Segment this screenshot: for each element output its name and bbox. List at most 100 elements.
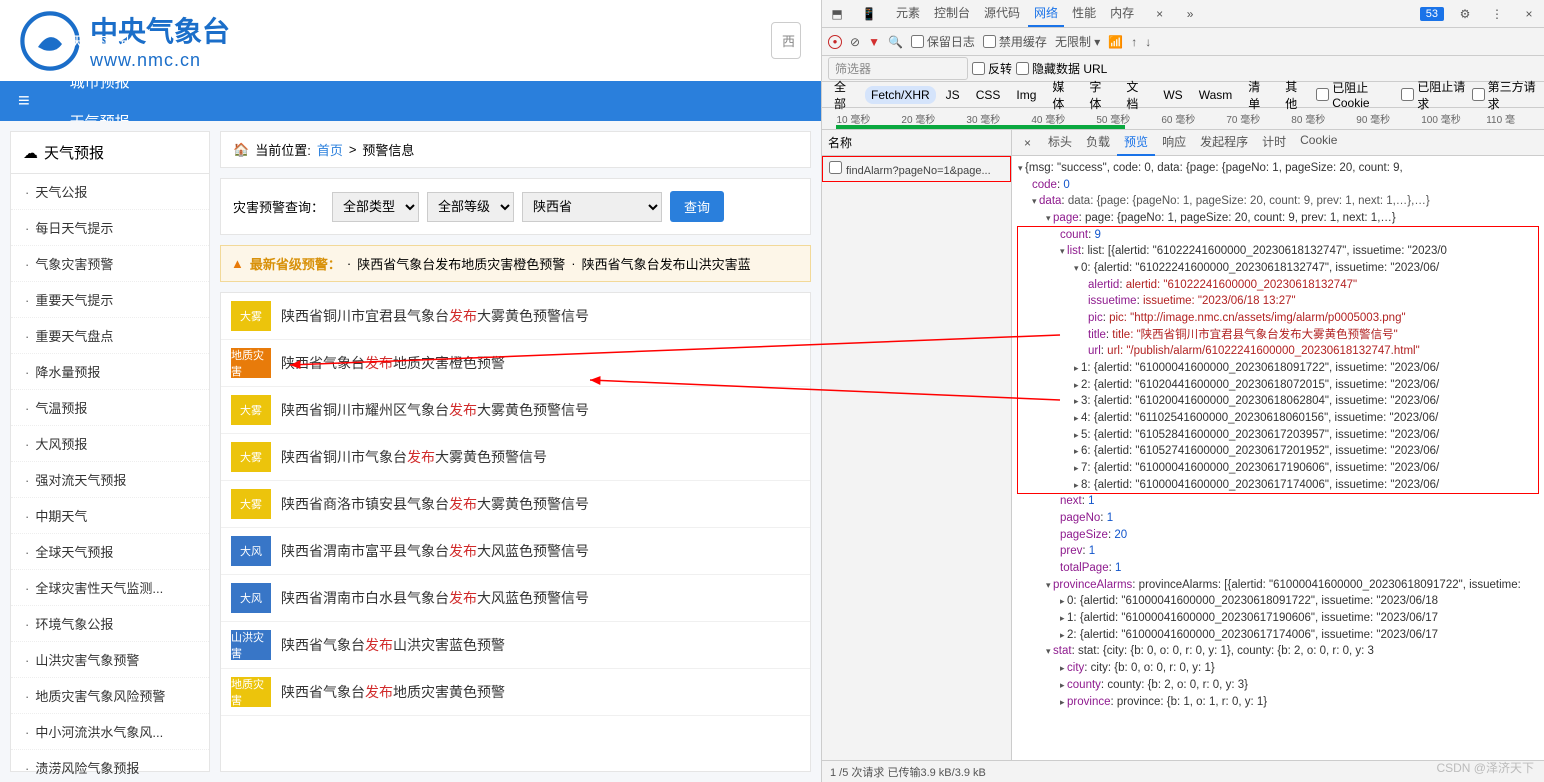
warn-icon: ▲ — [231, 256, 244, 271]
bc-label: 当前位置: — [255, 140, 311, 159]
sidebar-item[interactable]: 气象灾害预警 — [11, 246, 209, 282]
alarm-item[interactable]: 山洪灾害陕西省气象台发布山洪灾害蓝色预警 — [221, 622, 810, 669]
devtools-tab[interactable]: 控制台 — [928, 0, 976, 27]
waterfall[interactable]: 10 毫秒20 毫秒30 毫秒40 毫秒50 毫秒60 毫秒70 毫秒80 毫秒… — [822, 108, 1544, 130]
sidebar-item[interactable]: 降水量预报 — [11, 354, 209, 390]
preview-tab[interactable]: 响应 — [1155, 130, 1193, 156]
preview-tab[interactable]: 发起程序 — [1193, 130, 1255, 156]
filter-category[interactable]: WS — [1157, 86, 1188, 104]
devtools: ⬒ 📱 元素控制台源代码网络性能内存 × » 53 ⚙ ⋮ × ● ⊘ ▼ 🔍 … — [822, 0, 1544, 782]
search-input[interactable]: 西 — [771, 22, 801, 59]
alarm-icon: 大雾 — [231, 489, 271, 519]
blocked-req-cb[interactable]: 已阻止请求 — [1401, 78, 1467, 112]
sidebar-item[interactable]: 渍涝风险气象预报 — [11, 750, 209, 782]
sidebar-item[interactable]: 气温预报 — [11, 390, 209, 426]
element-picker-icon[interactable]: ⬒ — [826, 7, 848, 21]
third-party-cb[interactable]: 第三方请求 — [1472, 78, 1538, 112]
close-preview-icon[interactable]: × — [1018, 136, 1037, 150]
filter-bar: 灾害预警查询： 全部类型 全部等级 陕西省 查询 — [220, 178, 811, 235]
query-button[interactable]: 查询 — [670, 191, 724, 222]
alarm-icon: 地质灾害 — [231, 677, 271, 707]
sidebar-item[interactable]: 全球天气预报 — [11, 534, 209, 570]
devtools-tab[interactable]: 源代码 — [978, 0, 1026, 27]
sidebar-item[interactable]: 地质灾害气象风险预警 — [11, 678, 209, 714]
sidebar-item[interactable]: 大风预报 — [11, 426, 209, 462]
device-icon[interactable]: 📱 — [858, 7, 880, 21]
hamburger-icon[interactable]: ≡ — [0, 90, 48, 113]
level-select[interactable]: 全部等级 — [427, 192, 514, 222]
tab-close-icon[interactable]: × — [1150, 3, 1169, 25]
alarm-item[interactable]: 大风陕西省渭南市富平县气象台发布大风蓝色预警信号 — [221, 528, 810, 575]
filter-category[interactable]: Fetch/XHR — [865, 86, 936, 104]
sidebar-item[interactable]: 重要天气提示 — [11, 282, 209, 318]
alarm-item[interactable]: 大雾陕西省铜川市耀州区气象台发布大雾黄色预警信号 — [221, 387, 810, 434]
alarm-item[interactable]: 大风陕西省渭南市白水县气象台发布大风蓝色预警信号 — [221, 575, 810, 622]
devtools-tab[interactable]: 网络 — [1028, 0, 1064, 27]
name-header: 名称 — [822, 130, 1011, 156]
alarm-icon: 大雾 — [231, 395, 271, 425]
filter-category[interactable]: JS — [940, 86, 966, 104]
filter-icon[interactable]: ▼ — [868, 35, 880, 49]
preview-tab[interactable]: 预览 — [1117, 130, 1155, 156]
clear-icon[interactable]: ⊘ — [850, 35, 860, 49]
alarm-item[interactable]: 地质灾害陕西省气象台发布地质灾害黄色预警 — [221, 669, 810, 716]
json-preview[interactable]: {msg: "success", code: 0, data: {page: {… — [1012, 156, 1544, 760]
alarm-item[interactable]: 大雾陕西省铜川市气象台发布大雾黄色预警信号 — [221, 434, 810, 481]
devtools-tab[interactable]: 内存 — [1104, 0, 1140, 27]
breadcrumb: 🏠 当前位置: 首页 > 预警信息 — [220, 131, 811, 168]
sidebar-item[interactable]: 强对流天气预报 — [11, 462, 209, 498]
nav-item[interactable]: 城市预报 — [48, 61, 152, 101]
main-nav: ≡ 首页天气实况城市预报天气预报台风海洋全球预报 — [0, 81, 821, 121]
throttle-select[interactable]: 无限制 ▾ — [1055, 33, 1100, 50]
filter-label: 灾害预警查询： — [233, 197, 324, 216]
alarm-item[interactable]: 地质灾害陕西省气象台发布地质灾害橙色预警 — [221, 340, 810, 387]
devtools-tab[interactable]: 元素 — [890, 0, 926, 27]
home-icon[interactable]: 🏠 — [233, 142, 249, 158]
preview-tab[interactable]: 标头 — [1041, 130, 1079, 156]
sidebar-item[interactable]: 中期天气 — [11, 498, 209, 534]
kebab-icon[interactable]: ⋮ — [1486, 7, 1508, 21]
sidebar-item[interactable]: 全球灾害性天气监测... — [11, 570, 209, 606]
hide-data-cb[interactable]: 隐藏数据 URL — [1016, 60, 1107, 77]
gear-icon[interactable]: ⚙ — [1454, 7, 1476, 21]
alarm-item[interactable]: 大雾陕西省商洛市镇安县气象台发布大雾黄色预警信号 — [221, 481, 810, 528]
blocked-cookie-cb[interactable]: 已阻止 Cookie — [1316, 79, 1397, 110]
preview-tab[interactable]: Cookie — [1293, 130, 1344, 156]
filter-category[interactable]: Img — [1010, 86, 1042, 104]
filter-category[interactable]: CSS — [970, 86, 1007, 104]
preview-tab[interactable]: 计时 — [1255, 130, 1293, 156]
preserve-log-cb[interactable]: 保留日志 — [911, 33, 975, 50]
sidebar-item[interactable]: 天气公报 — [11, 174, 209, 210]
record-icon[interactable]: ● — [828, 35, 842, 49]
sidebar-item[interactable]: 每日天气提示 — [11, 210, 209, 246]
alarm-item[interactable]: 大雾陕西省铜川市宜君县气象台发布大雾黄色预警信号 — [221, 293, 810, 340]
warn-b[interactable]: 陕西省气象台发布山洪灾害蓝 — [582, 254, 751, 273]
province-select[interactable]: 陕西省 — [522, 192, 662, 222]
nav-item[interactable]: 首页 — [48, 0, 152, 21]
more-tabs-icon[interactable]: » — [1179, 7, 1201, 21]
watermark: CSDN @泽济天下 — [1436, 759, 1534, 776]
filter-category[interactable]: Wasm — [1193, 86, 1239, 104]
alarm-icon: 地质灾害 — [231, 348, 271, 378]
bc-home[interactable]: 首页 — [317, 140, 343, 159]
devtools-close-icon[interactable]: × — [1518, 7, 1540, 21]
invert-cb[interactable]: 反转 — [972, 60, 1012, 77]
upload-icon[interactable]: ↑ — [1131, 35, 1137, 49]
alarm-list: 大雾陕西省铜川市宜君县气象台发布大雾黄色预警信号地质灾害陕西省气象台发布地质灾害… — [220, 292, 811, 772]
alarm-icon: 大风 — [231, 536, 271, 566]
type-select[interactable]: 全部类型 — [332, 192, 419, 222]
disable-cache-cb[interactable]: 禁用缓存 — [983, 33, 1047, 50]
devtools-tab[interactable]: 性能 — [1066, 0, 1102, 27]
warn-a[interactable]: 陕西省气象台发布地质灾害橙色预警 — [357, 254, 565, 273]
sidebar-item[interactable]: 环境气象公报 — [11, 606, 209, 642]
sidebar-item[interactable]: 重要天气盘点 — [11, 318, 209, 354]
preview-tab[interactable]: 负载 — [1079, 130, 1117, 156]
request-row[interactable]: findAlarm?pageNo=1&page... — [822, 156, 1011, 182]
wifi-icon[interactable]: 📶 — [1108, 35, 1123, 49]
sidebar-item[interactable]: 山洪灾害气象预警 — [11, 642, 209, 678]
search-req-icon[interactable]: 🔍 — [888, 35, 903, 49]
nav-item[interactable]: 天气实况 — [48, 21, 152, 61]
download-icon[interactable]: ↓ — [1145, 35, 1151, 49]
sidebar-item[interactable]: 中小河流洪水气象风... — [11, 714, 209, 750]
error-badge[interactable]: 53 — [1420, 7, 1444, 21]
